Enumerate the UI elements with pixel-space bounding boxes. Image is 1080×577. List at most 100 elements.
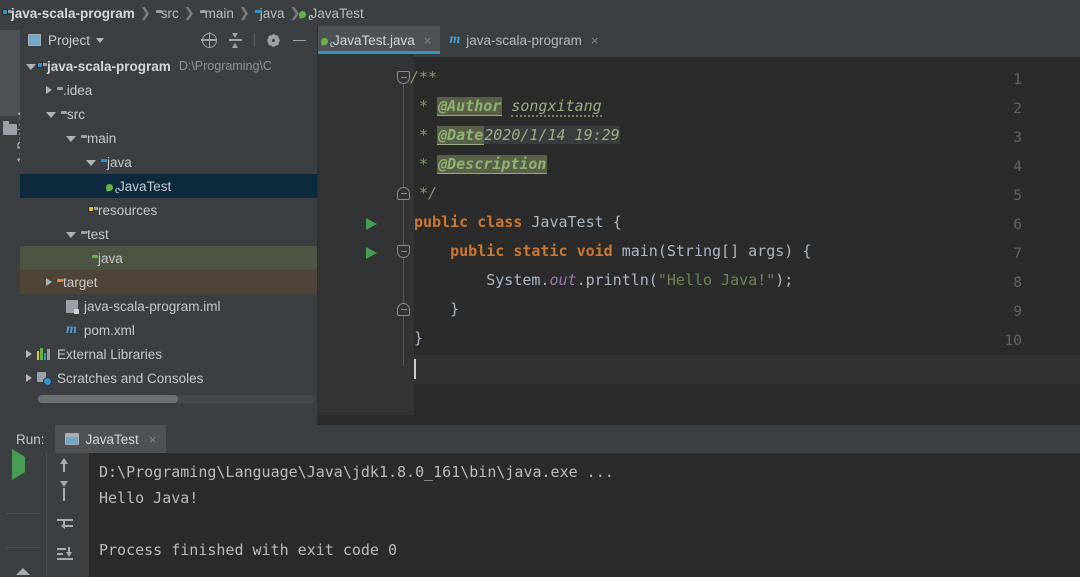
tree-row-main-java[interactable]: java <box>20 150 317 174</box>
left-tool-strip: 1: Project <box>0 26 29 425</box>
chevron-down-icon[interactable] <box>96 37 105 43</box>
collapse-all-icon[interactable] <box>228 32 243 48</box>
comment-star: * <box>410 126 438 144</box>
line-number: 6 <box>1013 217 1022 233</box>
pin-button[interactable] <box>16 553 38 575</box>
code-line-1: /** <box>410 68 438 86</box>
fold-marker-close[interactable] <box>397 303 410 316</box>
run-class-icon[interactable] <box>366 218 377 230</box>
scroll-to-end-button[interactable] <box>57 547 79 569</box>
rerun-icon <box>12 449 25 480</box>
breadcrumb-label: JavaTest <box>310 5 364 21</box>
line-number: 1 <box>1013 72 1022 88</box>
tree-row-iml[interactable]: java-scala-program.iml <box>20 294 317 318</box>
breadcrumb-item-src[interactable]: src <box>156 6 179 21</box>
breadcrumb-separator: ❯ <box>183 5 195 20</box>
editor-top-scrollbar <box>318 54 1080 57</box>
project-panel-header: Project <box>20 26 317 54</box>
idea-window: java-scala-program ❯ src ❯ main ❯ java ❯… <box>0 0 1080 577</box>
line-number: 2 <box>1013 101 1022 117</box>
tree-row-external-libraries[interactable]: External Libraries <box>20 342 317 366</box>
gear-icon[interactable] <box>269 35 278 45</box>
pin-icon <box>16 553 30 575</box>
breadcrumb-item-main[interactable]: main <box>200 6 234 21</box>
run-toolbar-left <box>0 449 46 577</box>
tree-row-idea[interactable]: .idea <box>20 78 317 102</box>
code-editor[interactable]: 1 2 3 4 5 6 7 8 9 10 11 /** * @Author so… <box>318 54 1080 425</box>
code-line-8: System.out.println("Hello Java!"); <box>414 271 793 289</box>
tree-row-label: JavaTest <box>118 178 172 194</box>
editor-tabs: JavaTest.java × m java-scala-program × <box>318 26 1080 54</box>
tab-java-scala-program[interactable]: m java-scala-program × <box>440 26 607 54</box>
javadoc-tag-author: @Author <box>437 97 503 116</box>
chevron-right-icon[interactable] <box>46 278 52 286</box>
tree-row-src[interactable]: src <box>20 102 317 126</box>
chevron-right-icon[interactable] <box>46 86 52 94</box>
keyword-void: void <box>576 242 613 260</box>
toolbar-divider <box>6 547 40 548</box>
next-occurrence-button[interactable] <box>57 487 79 509</box>
line-number: 7 <box>1013 246 1022 262</box>
tree-row-project-root[interactable]: java-scala-program D:\Programing\C <box>20 54 317 78</box>
close-icon[interactable]: × <box>424 33 432 48</box>
code-line-6: public class JavaTest { <box>414 213 622 231</box>
close-icon[interactable]: × <box>149 432 157 447</box>
breadcrumb-item-class[interactable]: JavaTest <box>305 6 363 21</box>
breadcrumb-item-project[interactable]: java-scala-program <box>2 6 135 21</box>
tree-row-scratches[interactable]: Scratches and Consoles <box>20 366 317 390</box>
chevron-right-icon[interactable] <box>26 374 32 382</box>
console-output[interactable]: D:\Programing\Language\Java\jdk1.8.0_161… <box>89 453 1080 577</box>
editor-area: JavaTest.java × m java-scala-program × 1… <box>318 26 1080 425</box>
statement-end: ); <box>775 271 794 289</box>
close-icon[interactable]: × <box>591 33 599 48</box>
chevron-down-icon[interactable] <box>66 232 76 238</box>
tree-row-target[interactable]: target <box>20 270 317 294</box>
run-panel-body: D:\Programing\Language\Java\jdk1.8.0_161… <box>0 449 1080 577</box>
tree-row-javatest[interactable]: JavaTest <box>20 174 317 198</box>
locate-icon[interactable] <box>201 31 217 48</box>
fold-marker-open[interactable] <box>397 245 410 258</box>
breadcrumb-item-java[interactable]: java <box>255 6 285 21</box>
tree-row-label: External Libraries <box>57 346 163 362</box>
line-number: 3 <box>1013 130 1022 146</box>
tree-row-label: java <box>107 154 132 170</box>
breadcrumb-label: src <box>160 5 179 21</box>
editor-bottom-strip <box>318 415 1080 425</box>
chevron-down-icon[interactable] <box>86 160 96 166</box>
structure-icon[interactable] <box>3 121 17 135</box>
project-horizontal-scrollbar[interactable] <box>38 395 178 403</box>
tree-row-test-java[interactable]: java <box>20 246 317 270</box>
chevron-right-icon[interactable] <box>26 350 32 358</box>
minimize-icon[interactable] <box>292 33 307 48</box>
run-tab-javatest[interactable]: JavaTest × <box>54 425 167 453</box>
stop-button[interactable] <box>12 487 34 509</box>
tree-row-label: java-scala-program <box>47 58 171 74</box>
line-number: 9 <box>1013 304 1022 320</box>
tree-row-main[interactable]: main <box>20 126 317 150</box>
line-number: 4 <box>1013 159 1022 175</box>
tree-row-label: java <box>98 250 123 266</box>
tree-row-label: main <box>87 130 117 146</box>
editor-gutter[interactable] <box>318 54 414 425</box>
breadcrumb: java-scala-program ❯ src ❯ main ❯ java ❯… <box>0 0 1080 26</box>
sidebar-item-project-tab[interactable]: 1: Project <box>0 30 29 163</box>
chevron-down-icon[interactable] <box>66 136 76 142</box>
run-method-icon[interactable] <box>366 247 377 259</box>
tree-row-test[interactable]: test <box>20 222 317 246</box>
tree-row-pom[interactable]: m pom.xml <box>20 318 317 342</box>
field-out: out <box>549 271 577 289</box>
fold-marker-close[interactable] <box>397 187 410 200</box>
project-view-icon <box>28 34 41 46</box>
comment-star: * <box>410 155 438 173</box>
breadcrumb-label: java <box>259 5 285 21</box>
chevron-down-icon[interactable] <box>26 64 36 70</box>
prev-occurrence-button[interactable] <box>57 457 79 479</box>
rerun-button[interactable] <box>12 449 34 480</box>
soft-wrap-button[interactable] <box>57 517 79 539</box>
tab-javatest-java[interactable]: JavaTest.java × <box>318 26 441 54</box>
fold-marker-open[interactable] <box>397 71 410 84</box>
breadcrumb-label: main <box>204 5 234 21</box>
chevron-down-icon[interactable] <box>46 112 56 118</box>
tree-row-resources[interactable]: resources <box>20 198 317 222</box>
layout-button[interactable] <box>12 519 34 541</box>
